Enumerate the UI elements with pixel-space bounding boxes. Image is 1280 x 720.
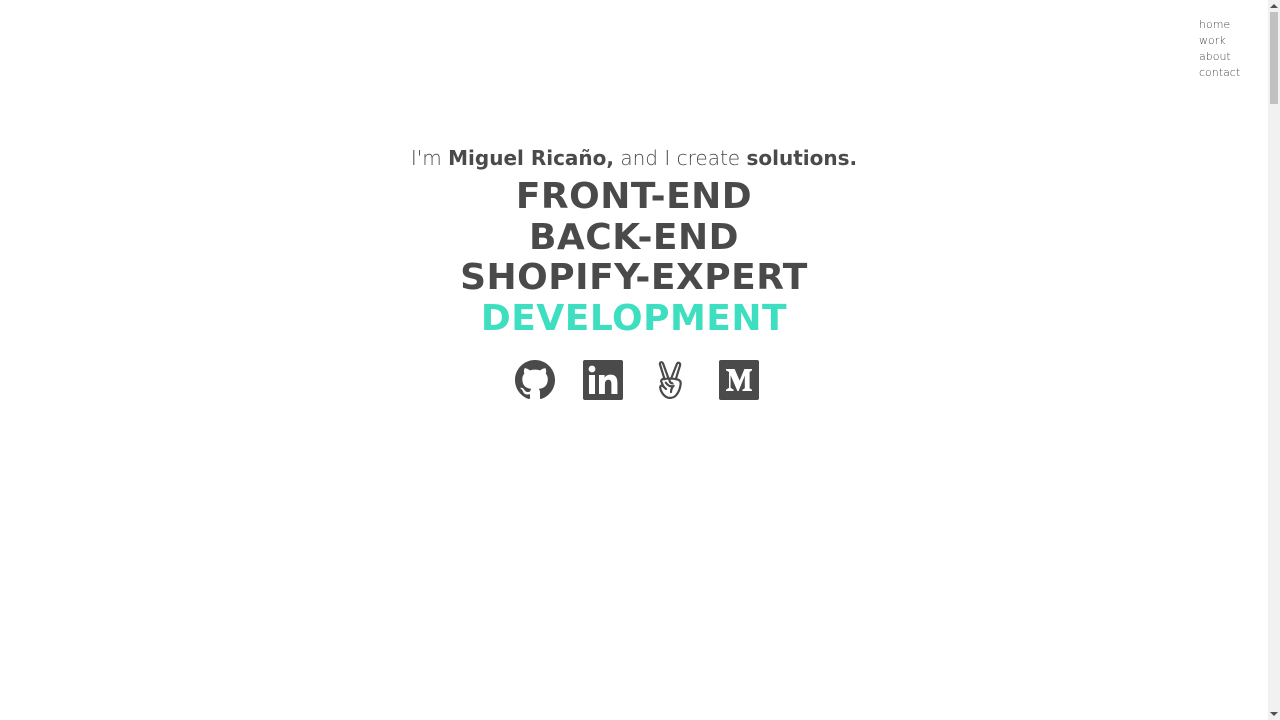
main-nav: home work about contact: [1199, 17, 1240, 81]
role-front-end: FRONT-END: [515, 176, 753, 217]
medium-icon: [719, 360, 759, 400]
role-development: DEVELOPMENT: [480, 297, 788, 339]
scroll-down-icon[interactable]: [1268, 708, 1280, 720]
linkedin-link[interactable]: [583, 360, 623, 400]
angellist-icon: [658, 361, 682, 399]
intro-middle: and I create: [614, 146, 747, 170]
author-name: Miguel Ricaño,: [448, 146, 615, 170]
social-links: [6, 360, 1268, 400]
angellist-link[interactable]: [651, 360, 691, 400]
github-link[interactable]: [515, 360, 555, 400]
role-back-end: BACK-END: [528, 216, 740, 258]
intro-prefix: I'm: [410, 146, 449, 170]
roles-list: FRONT-END BACK-END SHOPIFY-EXPERT DEVELO…: [0, 176, 1268, 339]
scroll-up-icon[interactable]: [1268, 0, 1280, 12]
hero-section: I'm Miguel Ricaño, and I create solution…: [0, 143, 1268, 400]
nav-item-work[interactable]: work: [1199, 33, 1240, 49]
page: home work about contact I'm Miguel Ricañ…: [0, 0, 1268, 720]
scrollbar-thumb[interactable]: [1270, 12, 1278, 104]
intro-text: I'm Miguel Ricaño, and I create solution…: [0, 143, 1268, 173]
linkedin-icon: [583, 360, 623, 400]
github-icon: [515, 360, 555, 400]
nav-item-home[interactable]: home: [1199, 17, 1240, 33]
nav-item-contact[interactable]: contact: [1199, 65, 1240, 81]
page-scrollbar[interactable]: [1268, 0, 1280, 720]
nav-item-about[interactable]: about: [1199, 49, 1240, 65]
medium-link[interactable]: [719, 360, 759, 400]
role-shopify-expert: SHOPIFY-EXPERT: [460, 257, 808, 298]
intro-highlight: solutions.: [746, 146, 858, 170]
